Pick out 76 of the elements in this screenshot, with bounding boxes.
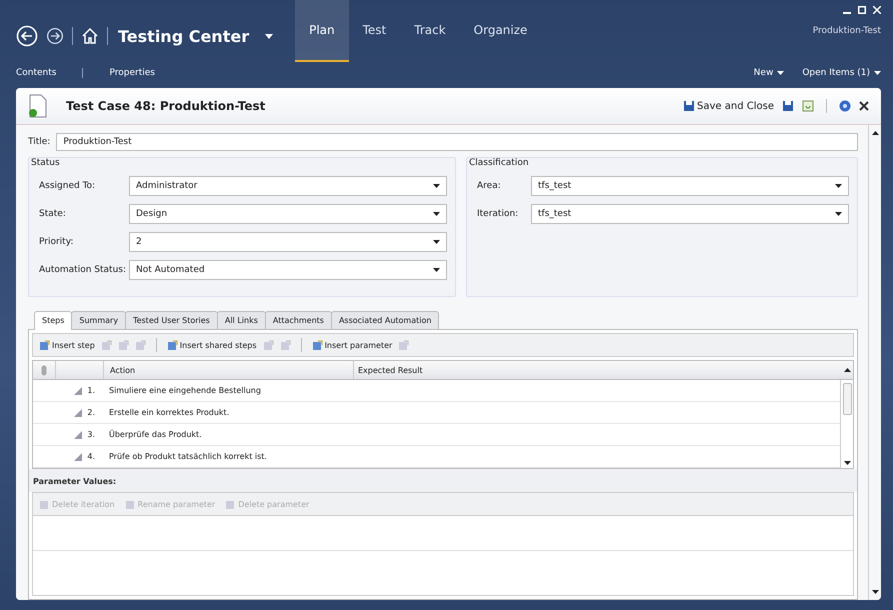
step-number: 1.: [87, 386, 95, 395]
menu-link[interactable]: New: [754, 68, 784, 78]
save-and-close-button[interactable]: Save and Close: [683, 100, 774, 112]
nav-tab[interactable]: Test: [348, 0, 400, 62]
app-title: Testing Center: [118, 26, 250, 46]
help-icon[interactable]: [839, 100, 851, 112]
save-icon[interactable]: [782, 100, 794, 112]
work-item-title: Test Case 48: Produktion-Test: [66, 99, 266, 113]
column-header[interactable]: Action: [104, 361, 354, 379]
scroll-down-icon[interactable]: [844, 461, 850, 465]
dropdown-field[interactable]: Not Automated: [129, 260, 447, 280]
caret-icon: [874, 71, 881, 75]
tab[interactable]: Attachments: [264, 311, 332, 329]
tab[interactable]: Associated Automation: [330, 311, 440, 329]
toolbar-button[interactable]: Insert parameter: [312, 340, 392, 350]
menu-link[interactable]: Open Items (1): [802, 68, 881, 78]
nav-tab[interactable]: Plan: [295, 0, 349, 62]
back-icon[interactable]: [16, 25, 38, 47]
field-label: Priority:: [39, 237, 74, 247]
close-icon[interactable]: [859, 101, 869, 111]
group-heading: Status: [31, 158, 61, 168]
dropdown-field[interactable]: Design: [129, 204, 447, 224]
toolbar-button[interactable]: Insert step: [39, 340, 95, 350]
step-number: 2.: [87, 408, 95, 417]
sub-link[interactable]: Properties: [109, 68, 155, 78]
caret-icon: [433, 268, 440, 272]
step-icon: [74, 430, 84, 438]
tab[interactable]: Steps: [34, 311, 72, 330]
dropdown-field[interactable]: tfs_test: [531, 204, 849, 224]
caret-icon: [433, 240, 440, 244]
project-name: Produktion-Test: [812, 26, 881, 36]
title-field[interactable]: Produktion-Test: [56, 133, 858, 151]
caret-icon: [777, 71, 784, 75]
dropdown-field[interactable]: tfs_test: [531, 176, 849, 196]
tab[interactable]: Tested User Stories: [125, 311, 218, 329]
step-icon: [74, 452, 84, 460]
table-cell-text: Prüfe ob Produkt tatsächlich korrekt ist.: [108, 452, 268, 461]
tab[interactable]: All Links: [216, 311, 266, 329]
field-label: Automation Status:: [39, 265, 127, 275]
caret-icon: [835, 212, 842, 216]
nav-tab[interactable]: Organize: [460, 0, 542, 62]
step-icon: [74, 386, 84, 394]
scroll-up-icon[interactable]: [844, 368, 850, 372]
dropdown-field[interactable]: 2: [129, 232, 447, 252]
refresh-icon[interactable]: [802, 100, 814, 112]
table-cell-text: Erstelle ein korrektes Produkt.: [108, 408, 230, 417]
attachment-icon: [41, 364, 47, 376]
caret-icon: [433, 184, 440, 188]
tab[interactable]: Summary: [71, 311, 126, 329]
save-icon: [683, 100, 696, 112]
nav-tab[interactable]: Track: [400, 0, 460, 62]
maximize-icon[interactable]: [858, 6, 866, 14]
group-heading: Classification: [469, 158, 530, 168]
caret-icon: [835, 184, 842, 188]
home-icon[interactable]: [81, 27, 99, 45]
forward-icon[interactable]: [46, 27, 64, 45]
step-number: 4.: [87, 452, 95, 461]
toolbar-button[interactable]: Insert shared steps: [166, 340, 257, 350]
step-icon: [74, 408, 84, 416]
field-label: Assigned To:: [39, 181, 96, 191]
field-label: State:: [39, 209, 67, 219]
scroll-down-icon[interactable]: [872, 590, 878, 594]
column-header[interactable]: Expected Result: [354, 366, 841, 374]
table-cell-text: Simuliere eine eingehende Bestellung: [108, 386, 262, 395]
dropdown-field[interactable]: Administrator: [129, 176, 447, 196]
step-number: 3.: [87, 430, 95, 439]
dropdown-caret-icon[interactable]: [265, 34, 274, 38]
table-cell-text: Überprüfe das Produkt.: [108, 430, 203, 439]
field-label: Iteration:: [477, 209, 520, 219]
section-heading: Parameter Values:: [29, 469, 857, 492]
field-label: Title:: [28, 137, 50, 147]
scrollbar-thumb[interactable]: [842, 383, 852, 415]
sub-link[interactable]: Contents: [16, 68, 56, 78]
scroll-up-icon[interactable]: [872, 131, 878, 135]
caret-icon: [433, 212, 440, 216]
field-label: Area:: [477, 181, 502, 191]
